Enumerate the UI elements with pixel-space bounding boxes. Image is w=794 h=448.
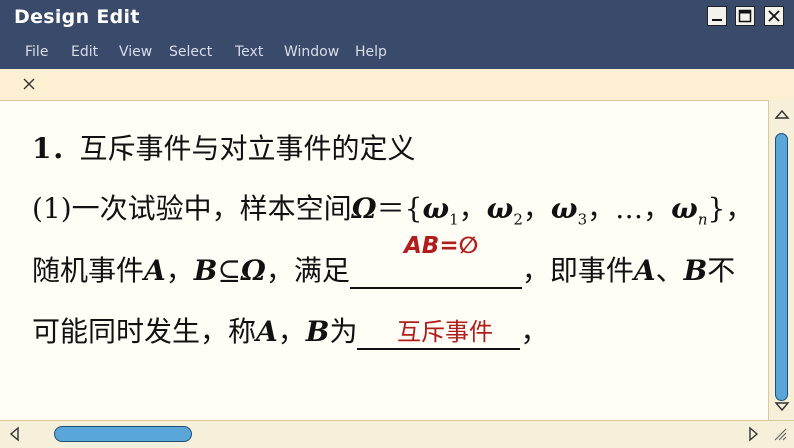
maximize-button[interactable] — [735, 6, 755, 26]
definition-line-2: 随机事件A，B⊆Ω，满足 ，即事件A、B不 — [32, 249, 735, 289]
menu-select[interactable]: Select — [169, 44, 212, 60]
heading-number: 1． — [32, 132, 80, 165]
menu-view[interactable]: View — [119, 44, 152, 60]
wei-text: 为 — [329, 315, 358, 348]
comma: ， — [277, 315, 306, 348]
subscript-2: 2 — [513, 210, 523, 229]
line3-end: ， — [520, 315, 549, 348]
horizontal-scrollbar[interactable] — [0, 420, 794, 448]
answer-text-2: 互斥事件 — [397, 318, 493, 346]
event-a: A — [633, 254, 656, 287]
close-brace: }， — [707, 192, 754, 225]
maximize-icon — [738, 9, 752, 23]
close-icon — [768, 10, 780, 22]
scroll-right-icon[interactable] — [744, 425, 762, 443]
answer-blank-1 — [349, 259, 522, 289]
enumeration-comma: 、 — [655, 254, 684, 287]
minimize-icon — [712, 19, 722, 21]
scroll-up-icon[interactable] — [773, 106, 791, 124]
comma: ， — [165, 254, 194, 287]
event-b: B — [305, 315, 330, 348]
line1-prefix: (1)一次试验中，样本空间 — [32, 192, 352, 225]
menu-window[interactable]: Window — [284, 44, 339, 60]
line2-after: ，即事件 — [521, 254, 634, 287]
omega-symbol: Ω — [240, 254, 266, 287]
window-title: Design Edit — [14, 6, 140, 28]
document-canvas[interactable]: 1．互斥事件与对立事件的定义 (1)一次试验中，样本空间Ω＝{ω1，ω2，ω3，… — [0, 101, 768, 420]
minimize-button[interactable] — [707, 6, 727, 26]
subscript-n: n — [697, 210, 708, 229]
resize-grip-icon[interactable] — [771, 425, 789, 443]
menu-file[interactable]: File — [25, 44, 48, 60]
scroll-left-icon[interactable] — [6, 425, 24, 443]
subscript-1: 1 — [449, 210, 459, 229]
subset-symbol: ⊆ — [217, 254, 241, 287]
omega-1: ω — [422, 192, 450, 225]
event-a: A — [144, 254, 166, 287]
omega-n: ω — [671, 192, 698, 225]
definition-line-1: (1)一次试验中，样本空间Ω＝{ω1，ω2，ω3，…，ωn}， — [32, 187, 753, 229]
satisfy-text: ，满足 — [265, 254, 350, 287]
menu-help[interactable]: Help — [355, 44, 387, 60]
equals-brace: ＝{ — [376, 192, 423, 225]
line3-lead: 可能同时发生，称 — [32, 315, 257, 348]
subscript-3: 3 — [577, 210, 588, 229]
title-bar: Design Edit — [0, 0, 794, 37]
ellipsis: … — [615, 192, 644, 225]
omega-symbol: Ω — [351, 192, 377, 225]
horizontal-scroll-thumb[interactable] — [54, 426, 192, 442]
menu-edit[interactable]: Edit — [71, 44, 98, 60]
separator: ， — [458, 192, 487, 225]
separator: ， — [643, 192, 672, 225]
omega-3: ω — [550, 192, 578, 225]
event-b: B — [683, 254, 708, 287]
vertical-scrollbar[interactable] — [768, 100, 794, 420]
event-a: A — [256, 315, 278, 348]
heading: 1．互斥事件与对立事件的定义 — [32, 127, 416, 167]
scroll-down-icon[interactable] — [773, 397, 791, 415]
omega-2: ω — [486, 192, 514, 225]
app-window: Design Edit File Edit View Select Text W… — [0, 0, 794, 448]
close-button[interactable] — [764, 6, 784, 26]
document-tab-strip — [0, 69, 794, 101]
tab-close-icon[interactable] — [20, 75, 38, 93]
separator: ， — [587, 192, 616, 225]
line2-tail: 不 — [707, 254, 736, 287]
line2-lead: 随机事件 — [32, 254, 145, 287]
event-b: B — [193, 254, 218, 287]
separator: ， — [522, 192, 551, 225]
answer-text-1: AB=∅ — [404, 233, 479, 259]
heading-text: 互斥事件与对立事件的定义 — [79, 132, 416, 165]
menu-text[interactable]: Text — [235, 44, 263, 60]
vertical-scroll-thumb[interactable] — [775, 133, 788, 401]
menu-bar: File Edit View Select Text Window Help — [0, 37, 794, 69]
